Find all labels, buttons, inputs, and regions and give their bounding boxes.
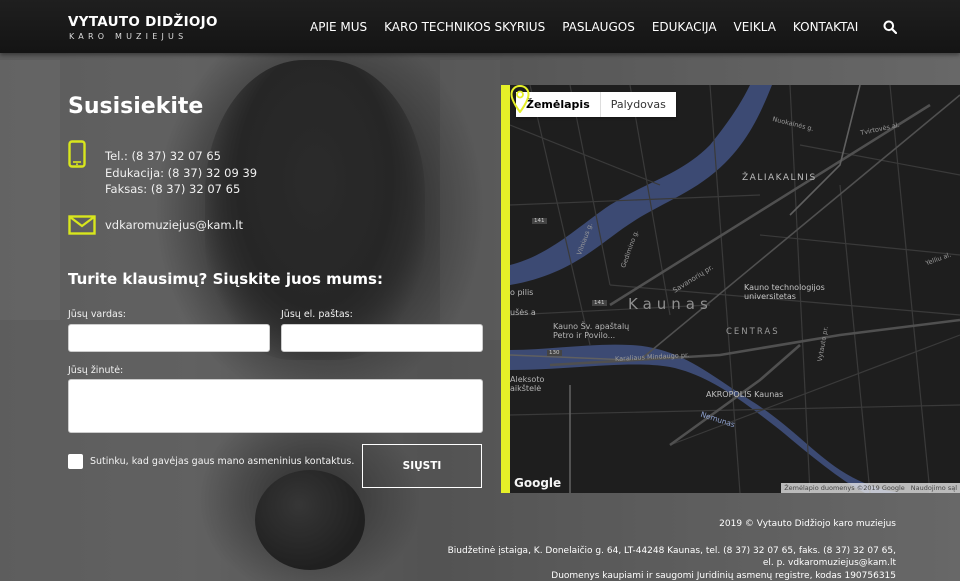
nav-item-apie-mus[interactable]: APIE MUS xyxy=(310,20,367,34)
message-textarea[interactable] xyxy=(68,379,483,433)
footer-address: Biudžetinė įstaiga, K. Donelaičio g. 64,… xyxy=(447,545,896,556)
map-attribution: Žemėlapio duomenys ©2019 Google Naudojim… xyxy=(781,483,960,493)
map-road-badge: 141 xyxy=(532,218,547,224)
map-terms-link[interactable]: Naudojimo sąl xyxy=(911,484,957,492)
email-input[interactable] xyxy=(281,324,483,352)
phone-fax: Faksas: (8 37) 32 07 65 xyxy=(105,182,241,196)
phone-main: Tel.: (8 37) 32 07 65 xyxy=(105,149,221,163)
google-map[interactable]: Žemėlapis Palydovas ŽALIAKALNIS Kaunas C… xyxy=(510,85,960,493)
map-label-church2: Petro ir Povilo... xyxy=(553,331,616,340)
map-label-ktu2: universitetas xyxy=(744,292,796,301)
map-label-muses: ušės a xyxy=(510,308,536,317)
footer-email[interactable]: el. p. vdkaromuziejus@kam.lt xyxy=(448,557,896,570)
contact-email[interactable]: vdkaromuziejus@kam.lt xyxy=(105,218,243,232)
map-label-zaliakalnis: ŽALIAKALNIS xyxy=(742,173,817,183)
consent-checkbox[interactable] xyxy=(68,454,83,469)
mobile-phone-icon xyxy=(68,140,86,168)
email-label: Jūsų el. paštas: xyxy=(281,309,353,320)
message-label: Jūsų žinutė: xyxy=(68,365,124,376)
google-logo: Google xyxy=(514,476,562,490)
search-icon[interactable] xyxy=(883,20,897,34)
map-container: Žemėlapis Palydovas ŽALIAKALNIS Kaunas C… xyxy=(501,85,960,493)
map-pin-icon[interactable] xyxy=(510,85,530,113)
logo-title[interactable]: VYTAUTO DIDŽIOJO xyxy=(68,14,218,30)
map-label-akropolis: AKROPOLIS Kaunas xyxy=(706,390,784,399)
map-road-badge: 130 xyxy=(547,350,562,356)
map-road-badge: 141 xyxy=(592,300,607,306)
name-label: Jūsų vardas: xyxy=(68,309,126,320)
phone-education: Edukacija: (8 37) 32 09 39 xyxy=(105,165,258,180)
map-label-church: Kauno Šv. apaštalų xyxy=(553,322,630,331)
consent-label[interactable]: Sutinku, kad gavėjas gaus mano asmeniniu… xyxy=(90,456,354,467)
envelope-icon xyxy=(68,215,96,235)
site-header: VYTAUTO DIDŽIOJO KARO MUZIEJUS APIE MUS … xyxy=(0,0,960,53)
tab-satellite[interactable]: Palydovas xyxy=(601,92,676,117)
contact-title: Susisiekite xyxy=(68,94,204,119)
name-input[interactable] xyxy=(68,324,270,352)
map-label-city: Kaunas xyxy=(628,295,713,313)
nav-item-veikla[interactable]: VEIKLA xyxy=(734,20,776,34)
logo-subtitle[interactable]: KARO MUZIEJUS xyxy=(69,32,187,41)
map-canvas xyxy=(510,85,960,493)
footer-copyright: 2019 © Vytauto Didžiojo karo muziejus xyxy=(719,519,896,529)
site-footer: 2019 © Vytauto Didžiojo karo muziejus Bi… xyxy=(448,518,896,581)
map-label-pilis: o pilis xyxy=(510,288,534,297)
map-type-tabs: Žemėlapis Palydovas xyxy=(516,92,676,117)
main-nav: APIE MUS KARO TECHNIKOS SKYRIUS PASLAUGO… xyxy=(310,20,875,34)
map-label-centras: CENTRAS xyxy=(726,327,780,337)
nav-item-edukacija[interactable]: EDUKACIJA xyxy=(652,20,717,34)
phone-list: Tel.: (8 37) 32 07 65 Edukacija: (8 37) … xyxy=(105,148,257,198)
map-label-aikstele: aikštelė xyxy=(510,384,542,393)
map-attribution-text[interactable]: Žemėlapio duomenys ©2019 Google xyxy=(784,484,905,492)
nav-item-kontaktai[interactable]: KONTAKTAI xyxy=(793,20,858,34)
footer-registry: Duomenys kaupiami ir saugomi Juridinių a… xyxy=(551,570,896,581)
map-label-aleksoto: Aleksoto xyxy=(510,375,545,384)
submit-button[interactable]: SIŲSTI xyxy=(362,444,482,488)
map-label-ktu: Kauno technologijos xyxy=(744,283,825,292)
nav-item-paslaugos[interactable]: PASLAUGOS xyxy=(562,20,635,34)
form-title: Turite klausimų? Siųskite juos mums: xyxy=(68,270,383,288)
nav-item-karo-technikos[interactable]: KARO TECHNIKOS SKYRIUS xyxy=(384,20,545,34)
